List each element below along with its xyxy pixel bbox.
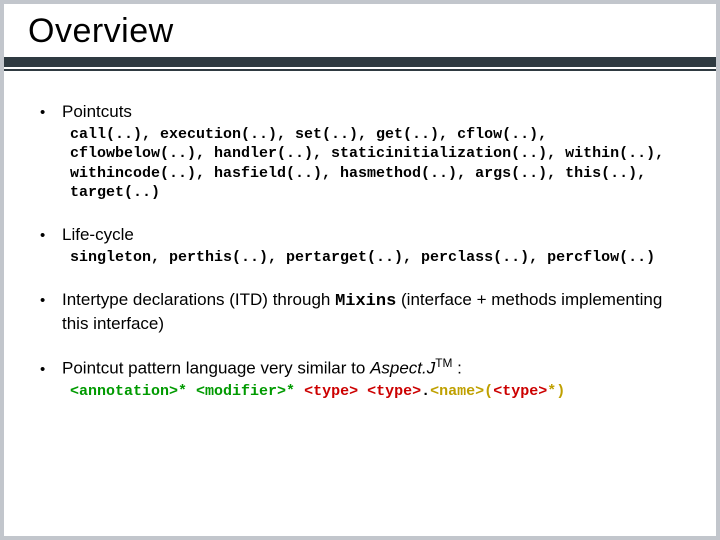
pattern-dot: . (421, 383, 430, 400)
bullet-label: Intertype declarations (ITD) through Mix… (62, 289, 680, 334)
pattern-space (358, 383, 367, 400)
pattern-type2: <type> (367, 383, 421, 400)
slide-title: Overview (28, 12, 692, 51)
bullet-pointcuts: • Pointcuts call(..), execution(..), set… (40, 101, 680, 202)
bullet-list: • Pointcuts call(..), execution(..), set… (40, 101, 680, 401)
pattern-italic: Aspect.J (370, 359, 435, 378)
pointcuts-code: call(..), execution(..), set(..), get(..… (70, 125, 680, 202)
bullet-label: Life-cycle (62, 224, 134, 245)
pattern-paren-open: ( (484, 383, 493, 400)
itd-mono: Mixins (335, 292, 396, 311)
bullet-pattern-lang: • Pointcut pattern language very similar… (40, 356, 680, 401)
pattern-type1: <type> (304, 383, 358, 400)
pattern-paren-close: ) (556, 383, 565, 400)
bullet-lifecycle: • Life-cycle singleton, perthis(..), per… (40, 224, 680, 267)
itd-pre: Intertype declarations (ITD) through (62, 290, 335, 309)
title-bar-thick (4, 57, 716, 67)
pattern-annotation: <annotation>* (70, 383, 187, 400)
pattern-type3: <type> (493, 383, 547, 400)
bullet-dot-icon: • (40, 228, 48, 243)
pattern-star: * (547, 383, 556, 400)
pattern-modifier: <modifier>* (196, 383, 295, 400)
content-area: • Pointcuts call(..), execution(..), set… (4, 71, 716, 401)
pattern-space (187, 383, 196, 400)
bullet-dot-icon: • (40, 105, 48, 120)
bullet-label: Pointcuts (62, 101, 132, 122)
lifecycle-code: singleton, perthis(..), pertarget(..), p… (70, 248, 680, 267)
pattern-name: <name> (430, 383, 484, 400)
bullet-dot-icon: • (40, 362, 48, 377)
bullet-itd: • Intertype declarations (ITD) through M… (40, 289, 680, 334)
slide: Overview • Pointcuts call(..), execution… (4, 4, 716, 536)
pattern-colon: : (452, 359, 461, 378)
title-area: Overview (4, 4, 716, 51)
pattern-tm: TM (435, 356, 452, 370)
pattern-code: <annotation>* <modifier>* <type> <type>.… (70, 382, 680, 401)
bullet-label: Pointcut pattern language very similar t… (62, 356, 462, 379)
pattern-pre: Pointcut pattern language very similar t… (62, 359, 370, 378)
pattern-space (295, 383, 304, 400)
bullet-dot-icon: • (40, 293, 48, 308)
